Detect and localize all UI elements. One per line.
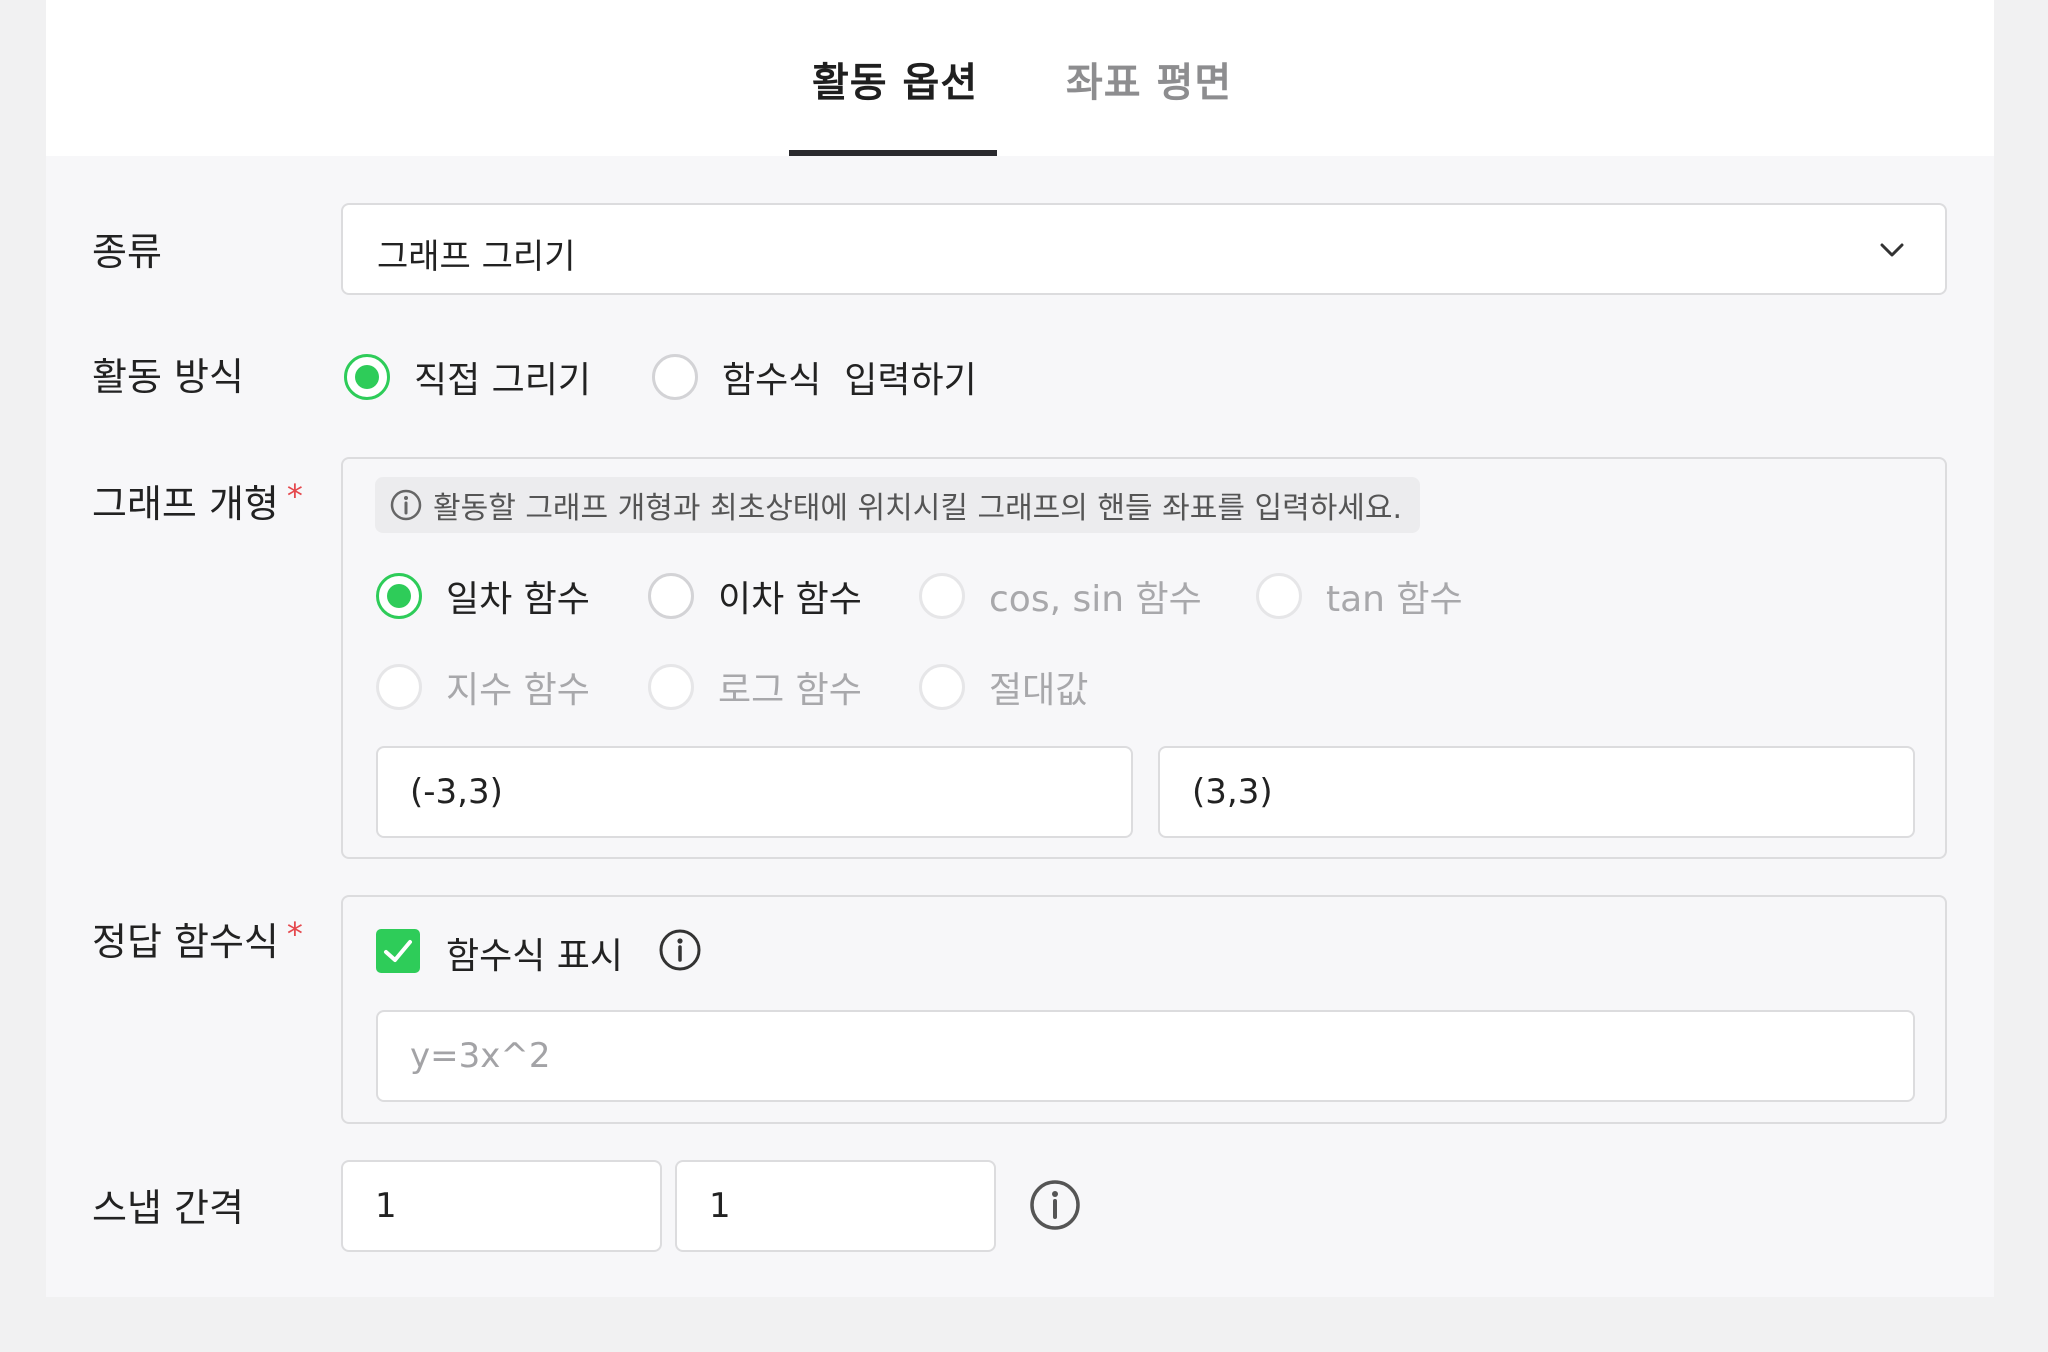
tab-coordinate-plane[interactable]: 좌표 평면 (1066, 50, 1232, 108)
chevron-down-icon (1880, 243, 1904, 257)
shape-label-text: 그래프 개형 (92, 482, 279, 526)
active-tab-indicator (789, 150, 997, 156)
radio-unselected[interactable] (648, 573, 694, 619)
tab-activity-options[interactable]: 활동 옵션 (812, 50, 978, 108)
shape-option-label: 절대값 (989, 670, 1089, 711)
type-label: 종류 (92, 230, 162, 274)
type-select-value: 그래프 그리기 (377, 237, 576, 277)
show-formula-checkbox[interactable] (376, 929, 420, 973)
snap-label: 스냅 간격 (92, 1186, 244, 1230)
handle-2-input[interactable]: (3,3) (1158, 746, 1915, 838)
method-label: 활동 방식 (92, 355, 244, 399)
radio-disabled (919, 573, 965, 619)
shape-hint-text: 활동할 그래프 개형과 최초상태에 위치시킬 그래프의 핸들 좌표를 입력하세요… (433, 491, 1403, 526)
show-formula-label: 함수식 표시 (446, 936, 624, 977)
shape-option-label: 일차 함수 (446, 579, 590, 620)
shape-option-label: 로그 함수 (718, 670, 862, 711)
radio-disabled (648, 664, 694, 710)
shape-option-label: tan 함수 (1326, 579, 1463, 620)
required-mark: * (286, 915, 303, 953)
snap-x-input[interactable]: 1 (341, 1160, 662, 1252)
answer-formula-input[interactable]: y=3x^2 (376, 1010, 1915, 1102)
shape-option-absolute: 절대값 (919, 661, 1088, 713)
required-mark: * (286, 477, 303, 515)
radio-disabled (919, 664, 965, 710)
shape-option-label: 지수 함수 (446, 670, 590, 711)
graph-shape-box: 활동할 그래프 개형과 최초상태에 위치시킬 그래프의 핸들 좌표를 입력하세요… (341, 457, 1947, 859)
type-select[interactable]: 그래프 그리기 (341, 203, 1947, 295)
radio-selected[interactable] (376, 573, 422, 619)
shape-option-trig: cos, sin 함수 (919, 570, 1202, 622)
radio-selected[interactable] (344, 354, 390, 400)
shape-option-exponential: 지수 함수 (376, 661, 590, 713)
method-option-draw-label: 직접 그리기 (414, 360, 592, 401)
shape-option-log: 로그 함수 (648, 661, 862, 713)
answer-formula-box: 함수식 표시 y=3x^2 (341, 895, 1947, 1124)
answer-label: 정답 함수식 * (92, 911, 303, 966)
info-circle-icon (390, 489, 422, 521)
method-option-formula[interactable]: 함수식 입력하기 (652, 351, 977, 403)
radio-unselected[interactable] (652, 354, 698, 400)
shape-option-tan: tan 함수 (1256, 570, 1463, 622)
method-option-draw[interactable]: 직접 그리기 (344, 351, 591, 403)
shape-option-label: cos, sin 함수 (989, 579, 1202, 620)
info-circle-icon[interactable] (1028, 1178, 1082, 1232)
shape-option-label: 이차 함수 (718, 579, 862, 620)
shape-label: 그래프 개형 * (92, 473, 303, 528)
shape-option-linear[interactable]: 일차 함수 (376, 570, 590, 622)
tab-bar: 활동 옵션 좌표 평면 (46, 0, 1994, 156)
radio-disabled (376, 664, 422, 710)
info-circle-icon[interactable] (658, 928, 702, 972)
radio-disabled (1256, 573, 1302, 619)
activity-options-panel: 활동 옵션 좌표 평면 종류 그래프 그리기 활동 방식 직접 그리기 함수식 … (46, 0, 1994, 1297)
check-icon (384, 940, 412, 962)
shape-hint: 활동할 그래프 개형과 최초상태에 위치시킬 그래프의 핸들 좌표를 입력하세요… (375, 477, 1421, 533)
shape-option-quadratic[interactable]: 이차 함수 (648, 570, 862, 622)
answer-label-text: 정답 함수식 (92, 920, 279, 964)
snap-y-input[interactable]: 1 (675, 1160, 996, 1252)
handle-1-input[interactable]: (-3,3) (376, 746, 1133, 838)
method-option-formula-label: 함수식 입력하기 (722, 360, 977, 401)
